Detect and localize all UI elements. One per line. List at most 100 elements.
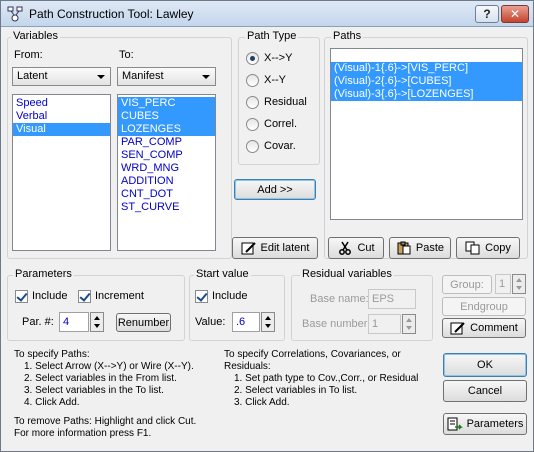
radio-button[interactable] bbox=[246, 139, 259, 153]
checkbox-label: Include bbox=[212, 290, 248, 302]
start-include-checkbox[interactable]: Include bbox=[195, 288, 247, 304]
help-line: 4. Click Add. bbox=[24, 397, 80, 408]
cut-label: Cut bbox=[357, 242, 375, 254]
group-number-spinner[interactable] bbox=[512, 274, 526, 294]
radio-label: X-->Y bbox=[264, 52, 293, 64]
cut-button[interactable]: Cut bbox=[328, 237, 384, 259]
radio-button[interactable] bbox=[246, 73, 259, 87]
path-item[interactable]: (Visual)-1{.6}->[VIS_PERC] bbox=[331, 62, 522, 75]
renumber-button[interactable]: Renumber bbox=[116, 313, 171, 332]
par-number-label: Par. #: bbox=[22, 316, 54, 328]
start-value-field[interactable]: .6 bbox=[232, 312, 260, 332]
window-title: Path Construction Tool: Lawley bbox=[29, 7, 194, 21]
help-button[interactable]: ? bbox=[475, 5, 499, 23]
path-type-label: Path Type bbox=[245, 30, 299, 42]
to-item[interactable]: CUBES bbox=[118, 110, 215, 123]
start-value-label: Start value bbox=[194, 268, 251, 280]
paths-listbox[interactable]: (Visual)-1{.6}->[VIS_PERC] (Visual)-2{.6… bbox=[330, 48, 523, 220]
to-item[interactable]: WRD_MNG bbox=[118, 162, 215, 175]
param-include-checkbox[interactable]: Include bbox=[15, 288, 67, 304]
radio-wire[interactable]: X--Y bbox=[246, 72, 286, 88]
from-type-value: Latent bbox=[17, 70, 48, 82]
clipboard-icon bbox=[397, 241, 411, 255]
checkbox[interactable] bbox=[78, 289, 91, 303]
title-bar: Path Construction Tool: Lawley ? ✕ bbox=[1, 1, 533, 27]
to-item[interactable]: CNT_DOT bbox=[118, 188, 215, 201]
radio-correl[interactable]: Correl. bbox=[246, 116, 297, 132]
to-item[interactable]: ST_CURVE bbox=[118, 201, 215, 214]
checkbox-label: Include bbox=[32, 290, 68, 302]
edit-latent-button[interactable]: Edit latent bbox=[232, 237, 318, 259]
base-name-field[interactable]: EPS bbox=[368, 289, 416, 309]
dialog-window: Path Construction Tool: Lawley ? ✕ Varia… bbox=[0, 0, 534, 452]
to-listbox[interactable]: VIS_PERC CUBES LOZENGES PAR_COMP SEN_COM… bbox=[117, 94, 216, 251]
spin-down-icon bbox=[516, 286, 522, 290]
radio-label: X--Y bbox=[264, 74, 286, 86]
radio-covar[interactable]: Covar. bbox=[246, 138, 296, 154]
checkbox-label: Increment bbox=[95, 290, 144, 302]
help-line: 1. Set path type to Cov.,Corr., or Resid… bbox=[234, 373, 419, 384]
add-button[interactable]: Add >> bbox=[234, 179, 316, 200]
help-line: 2. Select variables in To list. bbox=[234, 385, 358, 396]
from-type-select[interactable]: Latent bbox=[12, 67, 111, 86]
path-item[interactable]: (Visual)-2{.6}->[CUBES] bbox=[331, 75, 522, 88]
parameters-button[interactable]: Parameters bbox=[443, 413, 527, 435]
help-line: 2. Select variables in the From list. bbox=[24, 373, 177, 384]
path-tool-app-icon bbox=[7, 6, 23, 22]
start-value-spinner[interactable] bbox=[261, 312, 275, 332]
start-value-value-label: Value: bbox=[195, 316, 226, 328]
radio-label: Residual bbox=[264, 96, 307, 108]
radio-label: Correl. bbox=[264, 118, 298, 130]
comment-button[interactable]: Comment bbox=[442, 318, 526, 338]
help-line: 1. Select Arrow (X-->Y) or Wire (X--Y). bbox=[24, 361, 194, 372]
radio-residual[interactable]: Residual bbox=[246, 94, 307, 110]
from-listbox[interactable]: Speed Verbal Visual bbox=[12, 94, 111, 251]
close-button[interactable]: ✕ bbox=[501, 5, 529, 23]
group-number-field[interactable]: 1 bbox=[495, 274, 511, 294]
to-item[interactable]: LOZENGES bbox=[118, 123, 215, 136]
group-button[interactable]: Group: bbox=[442, 275, 492, 294]
base-name-label: Base name: bbox=[310, 293, 369, 305]
radio-arrow[interactable]: X-->Y bbox=[246, 50, 292, 66]
chevron-down-icon bbox=[202, 75, 210, 79]
radio-button[interactable] bbox=[246, 95, 259, 109]
spin-down-icon bbox=[406, 326, 412, 330]
paste-label: Paste bbox=[415, 242, 445, 254]
checkbox[interactable] bbox=[15, 289, 28, 303]
to-item[interactable]: PAR_COMP bbox=[118, 136, 215, 149]
endgroup-button[interactable]: Endgroup bbox=[442, 297, 526, 316]
help-line: To specify Correlations, Covariances, or bbox=[224, 349, 401, 360]
copy-label: Copy bbox=[485, 242, 511, 254]
base-number-spinner[interactable] bbox=[402, 314, 416, 334]
radio-button[interactable] bbox=[246, 117, 259, 131]
ok-button[interactable]: OK bbox=[443, 353, 527, 377]
to-item[interactable]: ADDITION bbox=[118, 175, 215, 188]
to-type-select[interactable]: Manifest bbox=[117, 67, 216, 86]
checkbox[interactable] bbox=[195, 289, 208, 303]
from-item-speed[interactable]: Speed bbox=[13, 97, 110, 110]
paste-button[interactable]: Paste bbox=[389, 237, 451, 259]
pencil-icon bbox=[241, 242, 256, 255]
copy-button[interactable]: Copy bbox=[456, 237, 520, 259]
to-item[interactable]: SEN_COMP bbox=[118, 149, 215, 162]
par-number-spinner[interactable] bbox=[90, 312, 104, 332]
to-item[interactable]: VIS_PERC bbox=[118, 97, 215, 110]
from-item-verbal[interactable]: Verbal bbox=[13, 110, 110, 123]
cancel-button[interactable]: Cancel bbox=[443, 380, 527, 402]
param-increment-checkbox[interactable]: Increment bbox=[78, 288, 144, 304]
help-line: For more information press F1. bbox=[14, 428, 152, 439]
radio-button[interactable] bbox=[246, 51, 259, 65]
radio-label: Covar. bbox=[264, 140, 296, 152]
spin-up-icon bbox=[406, 318, 412, 322]
residual-label: Residual variables bbox=[300, 268, 394, 280]
par-number-field[interactable]: 4 bbox=[59, 312, 89, 332]
path-item[interactable]: (Visual)-3{.6}->[LOZENGES] bbox=[331, 88, 522, 101]
base-number-field[interactable]: 1 bbox=[368, 314, 401, 334]
to-type-value: Manifest bbox=[122, 70, 164, 82]
variables-group-label: Variables bbox=[11, 30, 61, 42]
parameters-label-text: Parameters bbox=[466, 418, 524, 430]
from-label: From: bbox=[14, 49, 43, 61]
from-item-visual[interactable]: Visual bbox=[13, 123, 110, 136]
spin-up-icon bbox=[94, 316, 100, 320]
help-text-paths: To specify Paths: 1. Select Arrow (X-->Y… bbox=[14, 349, 196, 440]
